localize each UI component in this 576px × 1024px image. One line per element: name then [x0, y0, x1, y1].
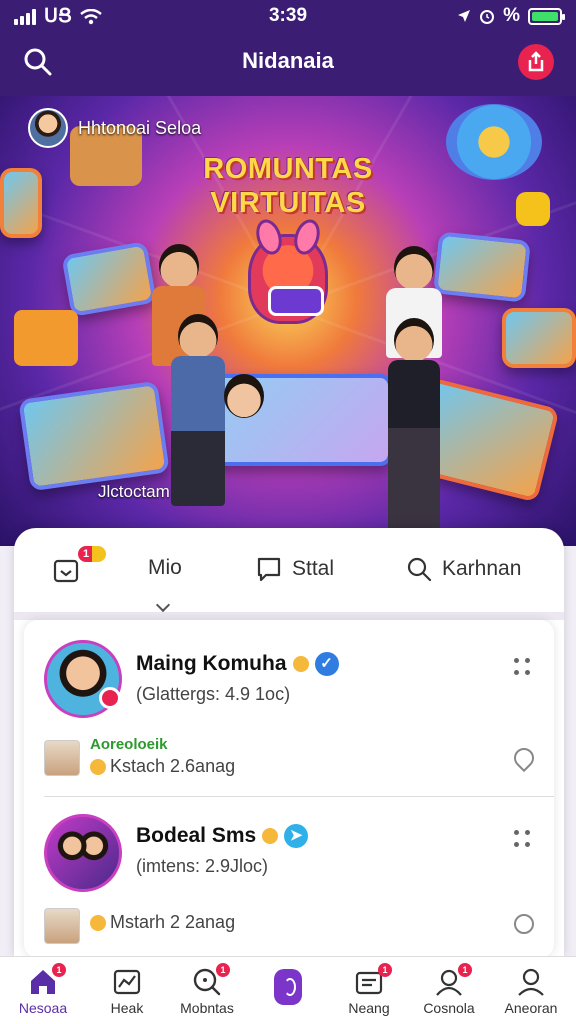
- chevron-down-icon: [155, 597, 171, 613]
- hero-title-line2: VIRTUITAS: [210, 187, 366, 219]
- sparkle-icon: [292, 656, 309, 672]
- notification-badge: 1: [458, 963, 472, 977]
- status-dot: [99, 687, 121, 709]
- hero-person: [384, 318, 444, 530]
- sun-icon: [90, 914, 106, 931]
- nav-heak[interactable]: Heak: [86, 957, 168, 1024]
- nav-neang[interactable]: 1 Neang: [328, 957, 410, 1024]
- search-icon: [407, 557, 432, 582]
- post-author[interactable]: Maing Komuha ✓: [136, 652, 339, 676]
- list-item[interactable]: Maing Komuha ✓ (Glattergs: 4.9 1oc) Aore…: [24, 620, 554, 798]
- app-header: ՍՑ 3:39 % Nidanaia: [0, 0, 576, 96]
- nav-label: Neang: [348, 1000, 390, 1016]
- tab-sttal[interactable]: Sttal: [256, 556, 334, 582]
- location-arrow-icon: [458, 10, 471, 22]
- nav-label: Cosnola: [423, 1000, 475, 1016]
- tab-bar: 1 Mio Sttal Karhnan: [14, 528, 564, 613]
- feed-list: Maing Komuha ✓ (Glattergs: 4.9 1oc) Aore…: [24, 620, 554, 958]
- center-action-button[interactable]: [274, 969, 302, 1005]
- hero-title: ROMUNTAS VIRTUITAS: [188, 152, 388, 220]
- notification-badge: 1: [378, 963, 392, 977]
- notification-badge: 1: [216, 963, 230, 977]
- list-item[interactable]: Bodeal Sms ➤ (imtens: 2.9Jloc) Mstarh 2 …: [24, 798, 554, 958]
- hero-title-line1: ROMUNTAS: [203, 153, 373, 185]
- calendar-icon: [53, 559, 79, 583]
- hero-user-chip[interactable]: Hhtonoai Seloa: [28, 108, 201, 148]
- tab-karhnan[interactable]: Karhnan: [406, 556, 521, 582]
- hero-person: [214, 374, 274, 418]
- bottom-nav: 1 Nesoaa Heak 1 Mobntas 1 Neang 1 Cosnol…: [0, 956, 576, 1024]
- alarm-icon: [480, 10, 495, 24]
- tab-label: Sttal: [292, 557, 335, 580]
- divider: [44, 796, 554, 797]
- hero-mascot-sign: [268, 286, 324, 316]
- hero-photo-card: [433, 231, 531, 303]
- location-pin-icon[interactable]: [509, 743, 539, 773]
- tab-mio[interactable]: Mio: [148, 556, 182, 580]
- nav-label: Aneoran: [504, 1000, 558, 1016]
- more-options-icon[interactable]: [514, 830, 532, 848]
- tab-calendar[interactable]: 1: [52, 546, 106, 584]
- post-meta: (Glattergs: 4.9 1oc): [136, 684, 291, 704]
- post-thumbnail[interactable]: [44, 740, 80, 776]
- post-author[interactable]: Bodeal Sms ➤: [136, 824, 309, 848]
- hero-caption: Jlctoctam: [98, 482, 170, 501]
- hero-photo-card: [0, 168, 42, 238]
- hero-toy: [14, 310, 78, 366]
- battery-percent-label: %: [503, 5, 520, 26]
- hero-user-name: Hhtonoai Seloa: [78, 117, 202, 138]
- nav-label: Heak: [110, 1000, 144, 1016]
- sparkle-icon: [262, 828, 279, 844]
- more-options-icon[interactable]: [514, 658, 532, 676]
- nav-mobntas[interactable]: 1 Mobntas: [166, 957, 248, 1024]
- hero-photo-card: [61, 241, 157, 317]
- chart-icon: [113, 969, 141, 995]
- post-subtext: Mstarh 2 2anag: [90, 912, 235, 933]
- hero-banner[interactable]: Hhtonoai Seloa ROMUNTAS VIRTUITAS Jlctoc…: [0, 96, 576, 546]
- notification-badge: 1: [52, 963, 66, 977]
- sun-icon: [90, 758, 106, 775]
- post-subtext: Kstach 2.6anag: [90, 756, 235, 777]
- verified-icon: ✓: [314, 652, 339, 676]
- post-meta: (imtens: 2.9Jloc): [136, 856, 269, 876]
- nav-label: Nesoaa: [18, 1000, 68, 1016]
- notification-badge: 1: [78, 546, 106, 562]
- post-thumbnail[interactable]: [44, 908, 80, 944]
- profile-icon: [518, 968, 544, 996]
- battery-icon: [528, 7, 565, 25]
- telegram-icon: ➤: [284, 824, 309, 848]
- nav-aneoran[interactable]: Aneoran: [490, 957, 572, 1024]
- nav-cosnola[interactable]: 1 Cosnola: [408, 957, 490, 1024]
- tab-divider: [14, 612, 564, 620]
- nav-label: Mobntas: [180, 1000, 234, 1016]
- nav-home[interactable]: 1 Nesoaa: [2, 957, 84, 1024]
- location-pin-icon[interactable]: [514, 914, 534, 934]
- hero-photo-card: [18, 380, 170, 492]
- page-title: Nidanaia: [242, 48, 334, 73]
- share-icon: [528, 51, 544, 72]
- tab-label: Mio: [148, 556, 182, 579]
- message-icon: [257, 557, 281, 582]
- avatar: [28, 108, 68, 148]
- tab-label: Karhnan: [442, 557, 522, 580]
- avatar[interactable]: [44, 640, 122, 718]
- status-bar: ՍՑ 3:39 %: [0, 0, 576, 32]
- hero-toy: [446, 104, 542, 180]
- share-button[interactable]: [518, 44, 554, 80]
- hero-photo-card: [502, 308, 576, 368]
- content-sheet: 1 Mio Sttal Karhnan Maing Komuha ✓ (Glat: [14, 528, 564, 958]
- hero-toy: [516, 192, 550, 226]
- post-sublabel: Aoreoloeik: [90, 736, 168, 753]
- avatar[interactable]: [44, 814, 122, 892]
